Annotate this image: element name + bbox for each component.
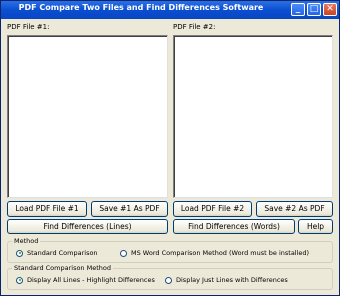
radio-unselected-icon	[165, 276, 172, 284]
pdf1-label: PDF File #1:	[7, 23, 50, 31]
radio-display-all-lines[interactable]: Display All Lines - Highlight Difference…	[16, 276, 155, 284]
radio-ms-word-comparison[interactable]: MS Word Comparison Method (Word must be …	[120, 249, 309, 257]
radio-label: Display All Lines - Highlight Difference…	[27, 276, 155, 284]
standard-method-group: Standard Comparison Method Display All L…	[7, 264, 333, 290]
pdf1-text-area[interactable]	[7, 35, 168, 198]
load-pdf1-button[interactable]: Load PDF File #1	[7, 201, 87, 217]
pdf2-label: PDF File #2:	[173, 23, 216, 31]
minimize-icon[interactable]: _	[291, 3, 305, 16]
radio-unselected-icon	[120, 249, 127, 257]
standard-method-group-label: Standard Comparison Method	[12, 264, 113, 272]
radio-selected-icon	[16, 249, 23, 257]
radio-selected-icon	[16, 276, 23, 284]
radio-standard-comparison[interactable]: Standard Comparison	[16, 249, 98, 257]
save-pdf1-button[interactable]: Save #1 As PDF	[91, 201, 168, 217]
radio-label: Standard Comparison	[27, 249, 98, 257]
pdf2-text-area[interactable]	[173, 35, 333, 198]
close-icon[interactable]: ✕	[323, 3, 337, 16]
find-words-button[interactable]: Find Differences (Words)	[173, 219, 295, 234]
method-group: Method Standard Comparison MS Word Compa…	[7, 237, 333, 263]
method-group-label: Method	[12, 237, 41, 245]
title-bar[interactable]: PDF Compare Two Files and Find Differenc…	[1, 1, 339, 19]
app-window: PDF Compare Two Files and Find Differenc…	[0, 0, 340, 296]
radio-label: MS Word Comparison Method (Word must be …	[131, 249, 310, 257]
radio-label: Display Just Lines with Differences	[176, 276, 288, 284]
maximize-icon[interactable]: □	[307, 3, 321, 16]
window-title: PDF Compare Two Files and Find Differenc…	[18, 3, 264, 12]
help-button[interactable]: Help	[298, 219, 333, 234]
find-lines-button[interactable]: Find Differences (Lines)	[7, 219, 168, 234]
load-pdf2-button[interactable]: Load PDF File #2	[173, 201, 252, 217]
save-pdf2-button[interactable]: Save #2 As PDF	[256, 201, 333, 217]
radio-display-just-differences[interactable]: Display Just Lines with Differences	[165, 276, 288, 284]
